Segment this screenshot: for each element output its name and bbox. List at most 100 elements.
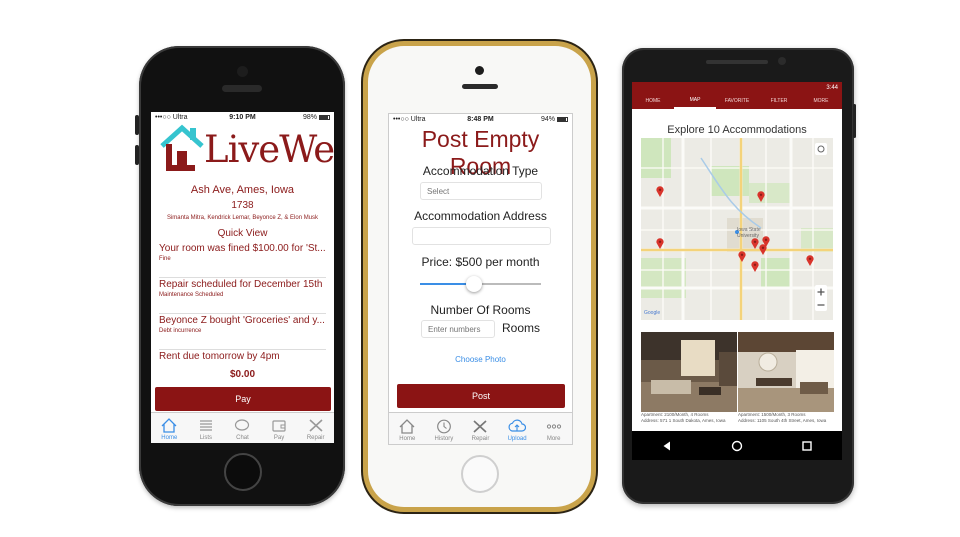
map-pin-icon[interactable] [751, 261, 759, 272]
map-pin-icon[interactable] [656, 186, 664, 197]
living-room-image [641, 332, 737, 412]
house-logo-icon [160, 124, 204, 171]
price-slider-knob[interactable] [466, 276, 483, 292]
tab-upload[interactable]: Upload [499, 413, 536, 444]
wallet-icon [272, 420, 286, 432]
choose-photo-link[interactable]: Choose Photo [389, 355, 572, 364]
feed-subtitle: Maintenance Scheduled [159, 292, 224, 298]
status-time: 3:44 [826, 84, 838, 91]
tab-label: Upload [507, 436, 527, 442]
tab-label: Lists [199, 435, 213, 441]
cloud-upload-icon [508, 419, 527, 432]
amount-due: $0.00 [229, 369, 256, 380]
status-bar: •••○○ Ultra 9:10 PM 98% [151, 112, 334, 123]
accommodation-type-select[interactable] [420, 182, 542, 200]
listing-caption: Apartment: 1500/Month, 3 Rooms Address: … [738, 412, 827, 423]
property-number: 1738 [231, 200, 254, 211]
map-pin-icon[interactable] [757, 191, 765, 202]
tab-favorite[interactable]: FAVORITE [716, 93, 758, 109]
map-pin-icon[interactable] [656, 238, 664, 249]
post-button[interactable]: Post [397, 384, 565, 408]
front-camera [237, 66, 248, 77]
android-nav-bar [632, 431, 842, 460]
tab-home[interactable]: Home [389, 413, 426, 444]
resident-names: Simanta Mitra, Kendrick Lemar, Beyonce Z… [166, 215, 319, 221]
listing-caption: Apartment: 2100/Month, 4 Rooms Address: … [641, 412, 726, 423]
volume-button [135, 145, 139, 165]
feed-item[interactable]: Repair scheduled for December 15th Maint… [159, 279, 326, 314]
tab-history[interactable]: History [426, 413, 463, 444]
tab-bar: Home History Repair Upload More [389, 412, 572, 444]
tab-home[interactable]: HOME [632, 93, 674, 109]
tab-home[interactable]: Home [151, 413, 188, 443]
home-icon [161, 418, 177, 433]
accommodation-address-input[interactable] [412, 227, 551, 245]
app-logo-text: LiveWell [204, 128, 334, 171]
feed-item[interactable]: Beyonce Z bought 'Groceries' and y... De… [159, 315, 326, 350]
tab-repair[interactable]: Repair [297, 413, 334, 443]
rooms-input[interactable] [421, 320, 495, 338]
phone-3-screen: 3:44 HOME MAP FAVORITE FILTER MORE Explo… [632, 82, 842, 460]
map-pin-icon[interactable] [806, 255, 814, 266]
map-watermark: Google [644, 310, 661, 316]
front-camera [475, 66, 484, 75]
tab-label: More [546, 436, 561, 442]
recents-icon[interactable] [801, 440, 813, 452]
home-circle-icon[interactable] [731, 440, 743, 452]
status-bar: 3:44 [632, 82, 842, 93]
top-tab-bar: HOME MAP FAVORITE FILTER MORE [632, 93, 842, 109]
tab-map[interactable]: MAP [674, 93, 716, 109]
tab-label: Home [399, 436, 416, 442]
tab-bar: Home Lists Chat Pay Repair [151, 412, 334, 443]
battery-icon [319, 114, 330, 120]
feed-title: Rent due tomorrow by 4pm [159, 351, 280, 362]
dining-room-image [738, 332, 834, 412]
status-time: 8:48 PM [467, 116, 494, 123]
clock-icon [436, 419, 451, 434]
pay-button[interactable]: Pay [155, 387, 331, 411]
phone-1-screen: •••○○ Ultra 9:10 PM 98% LiveWell Ash Ave… [151, 112, 334, 443]
rooms-suffix: Rooms [502, 321, 541, 335]
home-icon [399, 419, 415, 434]
tab-label: Repair [306, 435, 325, 441]
section-title: Quick View [217, 228, 268, 239]
tab-pay[interactable]: Pay [261, 413, 298, 443]
phone-2-screen: •••○○ Ultra 8:48 PM 94% Post Empty Room … [388, 113, 573, 445]
address-label: Accommodation Address [414, 209, 547, 223]
map-pin-icon[interactable] [759, 244, 767, 255]
feed-item[interactable]: Your room was fined $100.00 for 'St... F… [159, 243, 326, 278]
listing-photo[interactable] [641, 332, 737, 412]
map-pin-icon[interactable] [751, 238, 759, 249]
tab-lists[interactable]: Lists [188, 413, 225, 443]
tab-chat[interactable]: Chat [224, 413, 261, 443]
listing-photo[interactable] [738, 332, 834, 412]
tab-label: History [434, 436, 454, 442]
tab-label: Pay [273, 435, 285, 441]
tools-icon [309, 419, 323, 432]
property-address: Ash Ave, Ames, Iowa [190, 184, 295, 196]
power-button [853, 104, 856, 138]
feed-title: Beyonce Z bought 'Groceries' and y... [159, 315, 325, 326]
home-button[interactable] [224, 453, 262, 491]
tab-more[interactable]: MORE [800, 93, 842, 109]
chat-icon [235, 419, 250, 431]
back-icon[interactable] [661, 440, 673, 452]
more-icon [546, 424, 561, 429]
feed-title: Repair scheduled for December 15th [159, 279, 323, 290]
tab-more[interactable]: More [535, 413, 572, 444]
map-view[interactable]: Iowa State University Google [641, 138, 833, 320]
battery-icon [557, 116, 568, 122]
earpiece-speaker [462, 84, 498, 89]
status-bar: •••○○ Ultra 8:48 PM 94% [389, 114, 572, 125]
rooms-label: Number Of Rooms [430, 303, 531, 317]
tab-filter[interactable]: FILTER [758, 93, 800, 109]
tab-label: Chat [236, 435, 249, 441]
tab-repair[interactable]: Repair [462, 413, 499, 444]
home-button[interactable] [461, 455, 499, 493]
price-label: Price: $500 per month [421, 255, 540, 269]
feed-subtitle: Fine [159, 256, 171, 262]
type-label: Accommodation Type [422, 164, 539, 178]
map-pin-icon[interactable] [738, 251, 746, 262]
earpiece-speaker [222, 85, 262, 92]
tools-icon [473, 420, 488, 433]
